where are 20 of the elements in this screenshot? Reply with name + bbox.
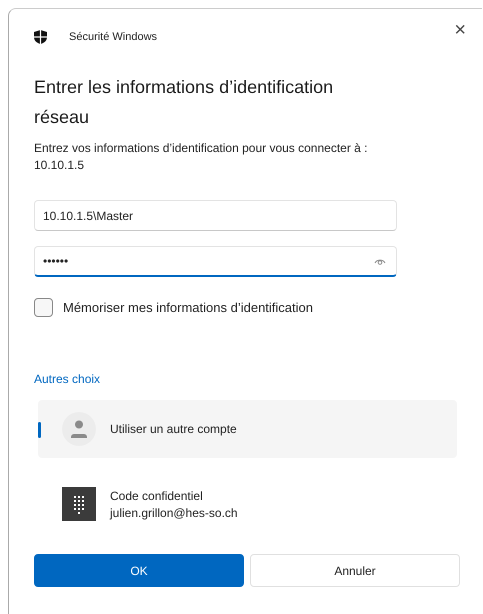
eye-icon[interactable] [374,257,386,265]
password-field[interactable]: •••••• [34,246,397,277]
person-icon [62,412,96,446]
option-account: julien.grillon@hes-so.ch [110,506,238,520]
dialog-heading: Entrer les informations d’identification réseau [34,76,334,129]
other-choices-link[interactable]: Autres choix [34,372,100,386]
option-label: Utiliser un autre compte [110,422,237,436]
description-text: Entrez vos informations d’identification pour vous connecter à : 10.10.1.5 [34,140,369,174]
cancel-button[interactable]: Annuler [250,554,460,587]
checkbox-label: Mémoriser mes informations d’identification [63,300,313,315]
sign-in-option[interactable]: Code confidentiel julien.grillon@hes-so.ch [38,475,457,533]
close-button[interactable]: × [450,17,470,44]
sign-in-option[interactable]: Utiliser un autre compte [38,400,457,458]
window-title: Sécurité Windows [69,31,158,43]
remember-checkbox[interactable] [34,298,53,317]
option-label: Code confidentiel [110,488,204,502]
username-field[interactable]: 10.10.1.5\Master [34,200,397,231]
keypad-icon [62,487,96,521]
shield-icon [34,30,47,44]
ok-button[interactable]: OK [34,554,244,587]
